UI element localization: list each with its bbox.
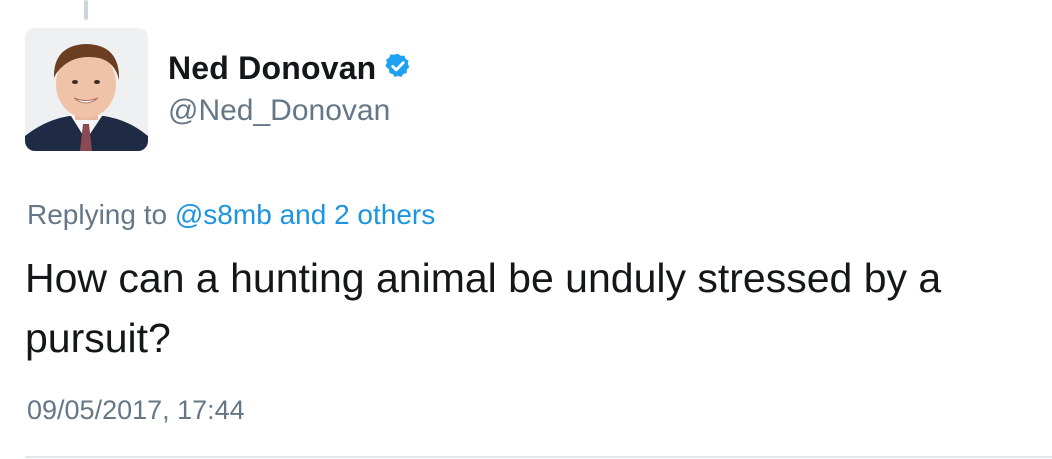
author-handle[interactable]: @Ned_Donovan	[168, 94, 390, 128]
verified-badge-icon	[376, 52, 412, 85]
tweet-timestamp[interactable]: 09/05/2017, 17:44	[27, 395, 245, 426]
thread-connector-line	[84, 0, 88, 20]
avatar[interactable]	[25, 28, 148, 151]
mention-link[interactable]: @s8mb	[175, 199, 272, 230]
divider	[25, 456, 1052, 458]
author-display-name[interactable]: Ned Donovan	[168, 50, 376, 87]
replying-to-line: Replying to @s8mb and 2 others	[27, 199, 435, 231]
replying-to-label: Replying to	[27, 199, 168, 230]
tweet-text: How can a hunting animal be unduly stres…	[25, 255, 942, 361]
profile-photo	[25, 28, 148, 151]
mention-connector: and	[279, 199, 327, 230]
others-link[interactable]: 2 others	[334, 199, 435, 230]
author-name-row: Ned Donovan	[168, 50, 412, 87]
